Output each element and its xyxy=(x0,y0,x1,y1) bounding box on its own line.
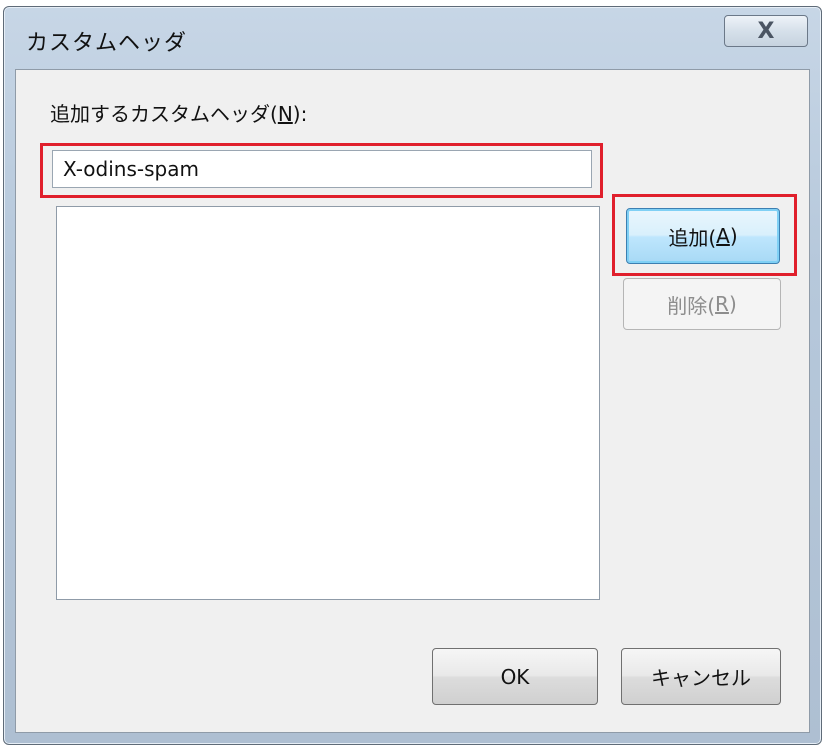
custom-header-input[interactable] xyxy=(52,150,592,188)
add-button-suffix: ) xyxy=(729,224,738,248)
delete-button[interactable]: 削除(R) xyxy=(623,278,781,330)
field-label-mnemonic: N xyxy=(277,102,293,126)
close-icon: X xyxy=(757,18,775,44)
add-button-mnemonic: A xyxy=(716,224,730,248)
cancel-button[interactable]: キャンセル xyxy=(621,648,781,705)
custom-header-field-label: 追加するカスタムヘッダ(N): xyxy=(50,98,307,127)
dialog-title: カスタムヘッダ xyxy=(26,31,188,56)
add-button[interactable]: 追加(A) xyxy=(626,208,780,264)
delete-button-suffix: ) xyxy=(728,292,737,316)
delete-button-mnemonic: R xyxy=(715,292,729,316)
close-button[interactable]: X xyxy=(724,15,808,47)
field-label-suffix: ): xyxy=(292,102,308,126)
custom-header-list[interactable] xyxy=(56,206,600,600)
delete-button-label: 削除( xyxy=(667,293,716,318)
ok-button[interactable]: OK xyxy=(432,648,598,705)
add-button-label: 追加( xyxy=(668,225,717,250)
screenshot-stage: カスタムヘッダ X 追加するカスタムヘッダ(N): 追加(A) 削除(R) OK… xyxy=(0,0,832,754)
field-label-text: 追加するカスタムヘッダ( xyxy=(50,102,278,126)
